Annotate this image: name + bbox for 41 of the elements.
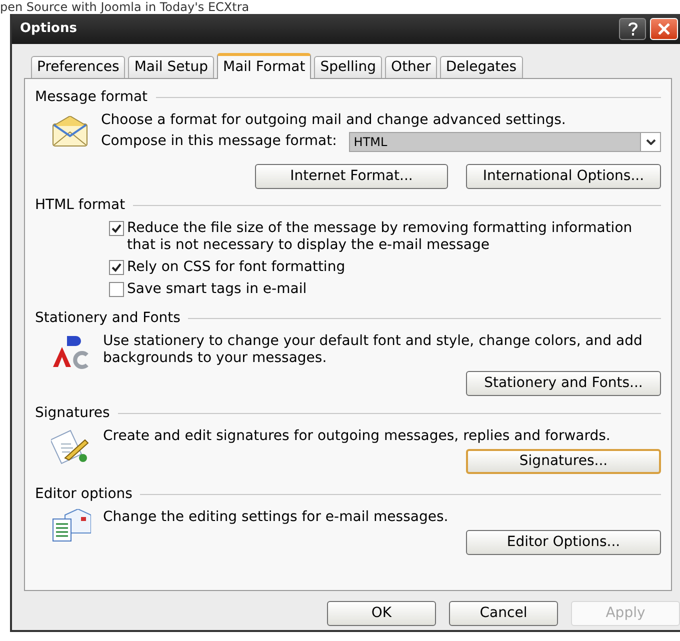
section-button[interactable]: Stationery and Fonts... <box>466 371 661 396</box>
format-button[interactable]: Internet Format... <box>255 164 448 189</box>
dropdown-caret-icon <box>640 132 660 150</box>
help-button[interactable] <box>619 18 646 40</box>
dialog-button[interactable]: Cancel <box>449 601 558 626</box>
section-heading: Stationery and Fonts <box>35 309 180 328</box>
background-page-text: pen Source with Joomla in Today's ECXtra <box>0 0 250 14</box>
checkbox[interactable] <box>109 282 124 297</box>
checkbox-label: Rely on CSS for font formatting <box>127 259 346 276</box>
format-button[interactable]: International Options... <box>466 164 661 189</box>
help-icon <box>628 22 638 36</box>
tab[interactable]: Preferences <box>31 56 126 78</box>
tab[interactable]: Spelling <box>314 56 382 78</box>
close-button[interactable] <box>650 18 678 40</box>
dialog-button[interactable]: OK <box>327 601 436 626</box>
document-envelope-icon <box>51 509 91 543</box>
section-heading: HTML format <box>35 196 126 215</box>
checkbox[interactable] <box>109 221 124 236</box>
close-icon <box>658 23 670 35</box>
tab[interactable]: Other <box>385 56 437 78</box>
window-title: Options <box>20 20 78 38</box>
section-description: Use stationery to change your default font and style, change colors, and add backgrounds to your messages. <box>103 333 644 367</box>
section-description: Change the editing settings for e-mail messages. <box>103 509 450 526</box>
section-description: Create and edit signatures for outgoing messages, replies and forwards. <box>103 428 612 445</box>
tab[interactable]: Delegates <box>440 56 523 78</box>
compose-format-label: Compose in this message format: <box>101 132 337 151</box>
section-heading: Signatures <box>35 404 110 423</box>
envelope-icon <box>51 116 89 148</box>
tab[interactable]: Mail Format <box>216 53 312 79</box>
format-dropdown[interactable]: HTML <box>348 132 661 152</box>
section-heading: Editor options <box>35 485 132 504</box>
checkbox[interactable] <box>109 260 124 275</box>
tab[interactable]: Mail Setup <box>128 56 214 78</box>
checkbox-label: Reduce the file size of the message by removing formatting information that is not necessary to display the e-mail message <box>127 220 634 254</box>
section-description: Choose a format for outgoing mail and change advanced settings. <box>101 112 567 129</box>
checkbox-label: Save smart tags in e-mail <box>127 281 307 298</box>
font-shapes-icon <box>51 333 91 371</box>
section-button[interactable]: Signatures... <box>466 449 661 474</box>
section-heading: Message format <box>35 88 148 107</box>
section-button[interactable]: Editor Options... <box>466 530 661 555</box>
signature-pen-icon <box>51 428 91 464</box>
